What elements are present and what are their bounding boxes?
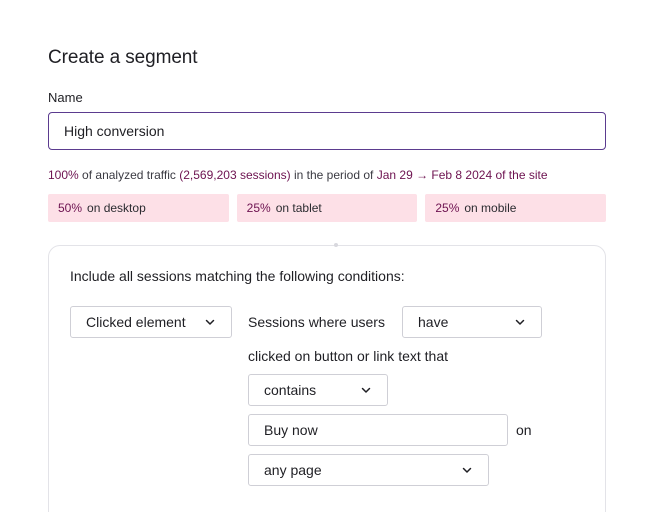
- have-value: have: [418, 314, 449, 330]
- traffic-summary: 100% of analyzed traffic (2,569,203 sess…: [48, 168, 548, 182]
- event-type-value: Clicked element: [86, 314, 186, 330]
- page-select[interactable]: any page: [248, 454, 489, 486]
- sessions-where-text: Sessions where users: [248, 314, 385, 330]
- conditions-heading: Include all sessions matching the follow…: [70, 268, 405, 284]
- device-mobile-percent: 25%: [435, 201, 460, 215]
- traffic-text-1: of analyzed traffic: [82, 168, 176, 182]
- clicked-on-text: clicked on button or link text that: [248, 348, 448, 364]
- traffic-percent: 100%: [48, 168, 79, 182]
- link-text-input[interactable]: [248, 414, 508, 446]
- device-mobile-label: on mobile: [464, 201, 517, 215]
- event-type-select[interactable]: Clicked element: [70, 306, 232, 338]
- name-input[interactable]: [48, 112, 606, 150]
- have-select[interactable]: have: [402, 306, 542, 338]
- chevron-down-icon: [360, 384, 372, 396]
- page-title: Create a segment: [48, 47, 198, 68]
- chevron-down-icon: [461, 464, 473, 476]
- device-desktop: 50% on desktop: [48, 194, 229, 222]
- page-select-value: any page: [264, 462, 322, 478]
- device-desktop-percent: 50%: [58, 201, 83, 215]
- traffic-sessions: (2,569,203 sessions): [179, 168, 291, 182]
- traffic-text-2: in the period of: [293, 168, 374, 182]
- device-tablet: 25% on tablet: [236, 194, 418, 222]
- chevron-down-icon: [514, 316, 526, 328]
- match-operator-select[interactable]: contains: [248, 374, 388, 406]
- device-tablet-label: on tablet: [275, 201, 322, 215]
- chevron-down-icon: [204, 316, 216, 328]
- device-mobile: 25% on mobile: [425, 194, 607, 222]
- match-operator-value: contains: [264, 382, 317, 398]
- traffic-period: Jan 29 → Feb 8 2024 of the site: [376, 168, 548, 182]
- panel-connector-dot: [334, 243, 338, 247]
- device-desktop-label: on desktop: [87, 201, 146, 215]
- device-breakdown: 50% on desktop 25% on tablet 25% on mobi…: [48, 194, 607, 222]
- on-text: on: [516, 422, 532, 438]
- name-label: Name: [48, 90, 83, 105]
- device-tablet-percent: 25%: [246, 201, 271, 215]
